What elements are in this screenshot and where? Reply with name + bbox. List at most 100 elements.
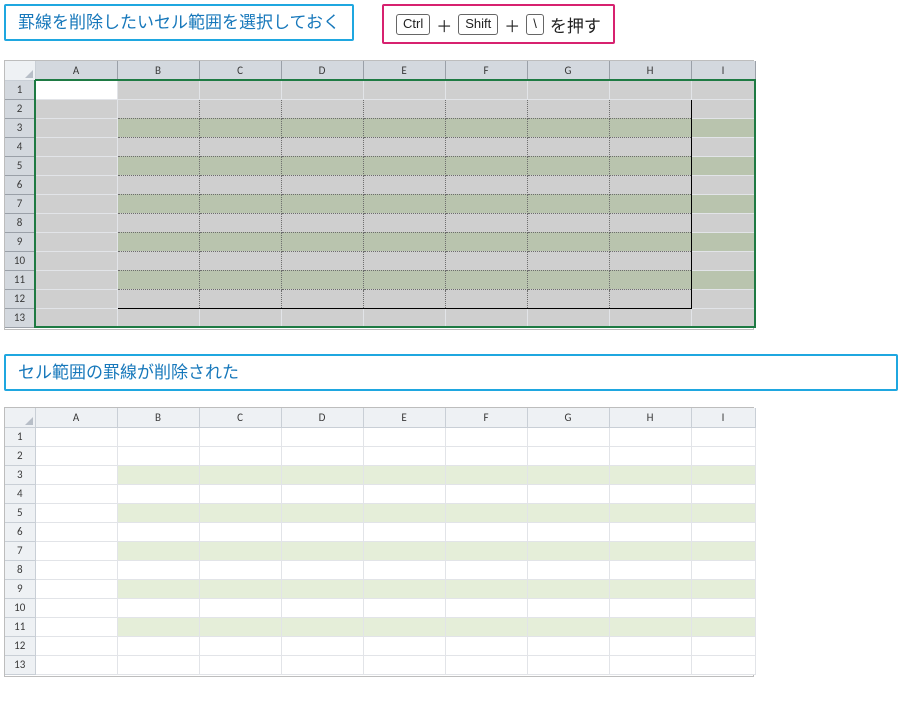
column-header[interactable]: D (281, 408, 363, 427)
column-header[interactable]: D (281, 61, 363, 80)
cell[interactable] (35, 232, 117, 251)
cell[interactable] (117, 655, 199, 674)
cell[interactable] (117, 156, 199, 175)
cell[interactable] (281, 579, 363, 598)
cell[interactable] (445, 308, 527, 327)
cell[interactable] (35, 503, 117, 522)
cell[interactable] (609, 251, 691, 270)
cell[interactable] (363, 522, 445, 541)
cell[interactable] (117, 308, 199, 327)
cell[interactable] (281, 175, 363, 194)
row-header[interactable]: 10 (5, 251, 35, 270)
cell[interactable] (691, 251, 755, 270)
grid-before[interactable]: ABCDEFGHI12345678910111213 (5, 61, 756, 328)
column-header[interactable]: A (35, 61, 117, 80)
cell[interactable] (445, 636, 527, 655)
row-header[interactable]: 13 (5, 308, 35, 327)
cell[interactable] (609, 118, 691, 137)
row-header[interactable]: 1 (5, 80, 35, 99)
cell[interactable] (281, 270, 363, 289)
cell[interactable] (117, 251, 199, 270)
column-header[interactable]: E (363, 61, 445, 80)
column-header[interactable]: B (117, 408, 199, 427)
cell[interactable] (445, 232, 527, 251)
cell[interactable] (363, 99, 445, 118)
cell[interactable] (691, 270, 755, 289)
cell[interactable] (691, 484, 755, 503)
cell[interactable] (445, 289, 527, 308)
cell[interactable] (117, 503, 199, 522)
column-header[interactable]: F (445, 61, 527, 80)
cell[interactable] (281, 251, 363, 270)
column-header[interactable]: E (363, 408, 445, 427)
cell[interactable] (281, 137, 363, 156)
cell[interactable] (445, 270, 527, 289)
cell[interactable] (527, 99, 609, 118)
row-header[interactable]: 12 (5, 289, 35, 308)
cell[interactable] (281, 560, 363, 579)
cell[interactable] (527, 465, 609, 484)
cell[interactable] (609, 427, 691, 446)
cell[interactable] (281, 484, 363, 503)
row-header[interactable]: 4 (5, 137, 35, 156)
column-header[interactable]: A (35, 408, 117, 427)
cell[interactable] (199, 598, 281, 617)
cell[interactable] (199, 99, 281, 118)
cell[interactable] (35, 636, 117, 655)
row-header[interactable]: 2 (5, 99, 35, 118)
cell[interactable] (117, 175, 199, 194)
cell[interactable] (199, 175, 281, 194)
cell[interactable] (35, 522, 117, 541)
cell[interactable] (199, 118, 281, 137)
cell[interactable] (117, 636, 199, 655)
cell[interactable] (117, 522, 199, 541)
cell[interactable] (281, 427, 363, 446)
cell[interactable] (117, 137, 199, 156)
cell[interactable] (117, 446, 199, 465)
cell[interactable] (281, 636, 363, 655)
cell[interactable] (35, 308, 117, 327)
cell[interactable] (35, 213, 117, 232)
cell[interactable] (445, 156, 527, 175)
cell[interactable] (445, 446, 527, 465)
cell[interactable] (527, 522, 609, 541)
cell[interactable] (609, 541, 691, 560)
cell[interactable] (691, 446, 755, 465)
cell[interactable] (117, 598, 199, 617)
cell[interactable] (199, 270, 281, 289)
row-header[interactable]: 7 (5, 194, 35, 213)
cell[interactable] (281, 99, 363, 118)
cell[interactable] (117, 118, 199, 137)
cell[interactable] (445, 560, 527, 579)
cell[interactable] (35, 655, 117, 674)
cell[interactable] (363, 484, 445, 503)
cell[interactable] (363, 251, 445, 270)
row-header[interactable]: 1 (5, 427, 35, 446)
cell[interactable] (691, 541, 755, 560)
cell[interactable] (691, 636, 755, 655)
cell[interactable] (117, 232, 199, 251)
cell[interactable] (527, 636, 609, 655)
cell[interactable] (199, 427, 281, 446)
cell[interactable] (281, 465, 363, 484)
row-header[interactable]: 2 (5, 446, 35, 465)
cell[interactable] (527, 232, 609, 251)
cell[interactable] (363, 137, 445, 156)
cell[interactable] (199, 194, 281, 213)
cell[interactable] (35, 598, 117, 617)
row-header[interactable]: 3 (5, 465, 35, 484)
cell[interactable] (609, 522, 691, 541)
column-header[interactable]: G (527, 408, 609, 427)
cell[interactable] (445, 175, 527, 194)
cell[interactable] (117, 99, 199, 118)
cell[interactable] (35, 541, 117, 560)
cell[interactable] (363, 560, 445, 579)
cell[interactable] (445, 598, 527, 617)
cell[interactable] (35, 484, 117, 503)
cell[interactable] (609, 175, 691, 194)
cell[interactable] (445, 617, 527, 636)
cell[interactable] (363, 213, 445, 232)
cell[interactable] (527, 598, 609, 617)
cell[interactable] (363, 175, 445, 194)
cell[interactable] (199, 560, 281, 579)
